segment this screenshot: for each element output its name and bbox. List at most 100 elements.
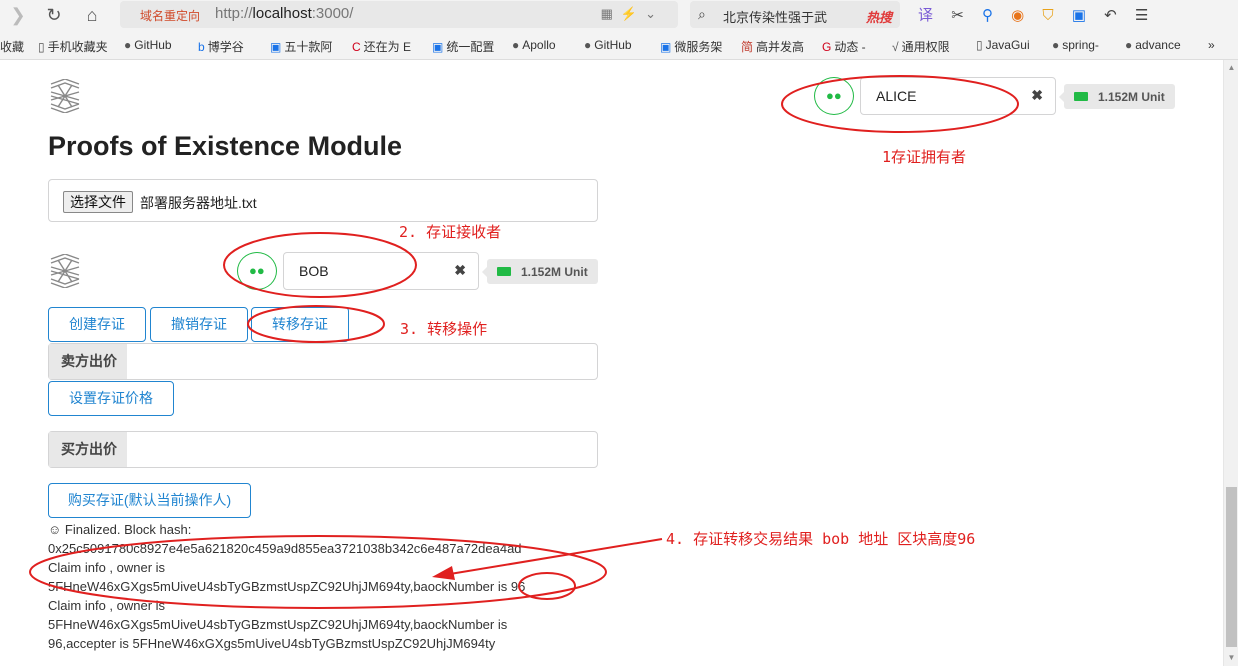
seller-price-label: 卖方出价 bbox=[49, 344, 127, 379]
bookmarks-bar: 收藏 ▯ 手机收藏夹 ● GitHub b 博学谷 ▣ 五十款阿 C 还在为 E ▣ 统一配… bbox=[0, 30, 1238, 60]
annotation-owner: 1存证拥有者 bbox=[882, 148, 967, 166]
money-icon bbox=[1074, 92, 1088, 101]
receiver-balance-badge: 1.152M Unit bbox=[482, 259, 598, 284]
shield-icon[interactable]: ⛉ bbox=[1042, 7, 1053, 24]
result-line: 96,accepter is 5FHneW46xGXgs5mUiveU4sbTy… bbox=[48, 636, 496, 651]
address-tools-icon[interactable]: ▦⚡⌄ bbox=[601, 6, 664, 22]
github-icon: ● bbox=[124, 38, 132, 52]
buyer-price-input[interactable]: 买方出价 bbox=[48, 431, 598, 468]
undo-icon[interactable]: ↶ bbox=[1104, 6, 1117, 24]
page-title: Proofs of Existence Module bbox=[48, 131, 403, 161]
scissors-icon[interactable]: ✂ bbox=[951, 6, 964, 24]
users-icon: ●● bbox=[249, 263, 265, 278]
owner-balance-badge: 1.152M Unit bbox=[1059, 84, 1175, 109]
bookmark-item[interactable]: √ 通用权限 bbox=[892, 38, 950, 55]
github-icon: ● bbox=[1125, 38, 1133, 52]
reload-icon[interactable]: ↻ bbox=[42, 3, 66, 27]
buyer-price-label: 买方出价 bbox=[49, 432, 127, 467]
selected-file-name: 部署服务器地址.txt bbox=[140, 195, 257, 211]
bookmark-item[interactable]: b 博学谷 bbox=[198, 38, 244, 55]
more-bookmarks-icon[interactable]: » bbox=[1208, 38, 1215, 52]
site-icon: G bbox=[822, 40, 832, 54]
game-icon[interactable]: ◉ bbox=[1011, 6, 1024, 24]
users-icon: ●● bbox=[826, 88, 842, 103]
result-line: 5FHneW46xGXgs5mUiveU4sbTyGBzmstUspZC92Uh… bbox=[48, 617, 508, 632]
home-icon[interactable]: ⌂ bbox=[80, 3, 104, 27]
site-icon: ▣ bbox=[432, 40, 444, 54]
site-icon: b bbox=[198, 40, 205, 54]
substrate-logo bbox=[48, 78, 82, 114]
url-text: http://localhost:3000/ bbox=[215, 5, 354, 22]
clear-icon[interactable]: ✖ bbox=[454, 262, 466, 279]
bookmark-item[interactable]: ▣ 五十款阿 bbox=[270, 38, 332, 55]
money-icon bbox=[497, 267, 511, 276]
bookmark-item[interactable]: 简高并发高 bbox=[741, 38, 804, 55]
scroll-up-icon[interactable]: ▲ bbox=[1224, 60, 1238, 76]
bookmark-item[interactable]: ▣ 统一配置 bbox=[432, 38, 494, 55]
bookmark-item[interactable]: ● GitHub bbox=[584, 38, 632, 52]
page-scrollbar[interactable]: ▲ ▼ bbox=[1223, 60, 1238, 666]
bookmark-item[interactable]: ▣ 微服务架 bbox=[660, 38, 722, 55]
receiver-account-dropdown[interactable]: BOB ✖ bbox=[283, 252, 479, 290]
site-icon: √ bbox=[892, 40, 899, 54]
buy-claim-button[interactable]: 购买存证(默认当前操作人) bbox=[48, 483, 251, 518]
clear-icon[interactable]: ✖ bbox=[1031, 87, 1043, 104]
bookmark-item[interactable]: ● Apollo bbox=[512, 38, 556, 52]
annotation-transfer: 3. 转移操作 bbox=[400, 320, 488, 338]
file-input-field[interactable]: 选择文件 部署服务器地址.txt bbox=[48, 179, 598, 222]
hot-search-label: 热搜 bbox=[865, 10, 892, 25]
browser-toolbar: ❯ ↻ ⌂ 域名重定向 http://localhost:3000/ ▦⚡⌄ ⌕… bbox=[0, 0, 1238, 30]
search-box[interactable]: ⌕ 北京传染性强于武 热搜 bbox=[690, 1, 900, 28]
translate-icon[interactable]: 译 bbox=[918, 4, 933, 25]
owner-account-dropdown[interactable]: ALICE ✖ bbox=[860, 77, 1056, 115]
bookmark-item[interactable]: ▯ JavaGui bbox=[976, 38, 1030, 52]
bookmark-item[interactable]: 收藏 bbox=[0, 38, 24, 55]
site-icon: 简 bbox=[741, 40, 754, 54]
result-line: ☺ Finalized. Block hash: bbox=[48, 522, 192, 537]
receiver-avatar: ●● bbox=[237, 252, 277, 290]
github-icon: ● bbox=[512, 38, 520, 52]
bookmark-item[interactable]: ● spring- bbox=[1052, 38, 1099, 52]
bookmark-item[interactable]: ● advance bbox=[1125, 38, 1181, 52]
site-icon: ▣ bbox=[270, 40, 282, 54]
result-line: Claim info , owner is bbox=[48, 598, 166, 613]
menu-icon[interactable]: ☰ bbox=[1135, 6, 1148, 24]
apps-icon[interactable]: ▣ bbox=[1072, 6, 1086, 24]
owner-account-selector[interactable]: ●● ALICE ✖ bbox=[814, 77, 1056, 115]
bookmark-item[interactable]: C 还在为 E bbox=[352, 38, 411, 55]
choose-file-button[interactable]: 选择文件 bbox=[63, 191, 133, 213]
bookmark-item[interactable]: ● GitHub bbox=[124, 38, 172, 52]
scroll-down-icon[interactable]: ▼ bbox=[1224, 650, 1238, 666]
redirect-label: 域名重定向 bbox=[140, 9, 201, 23]
toolbar-icons: 译 ✂ ⚲ ◉ ⛉ ▣ ↶ ☰ bbox=[918, 4, 1162, 25]
create-claim-button[interactable]: 创建存证 bbox=[48, 307, 146, 342]
owner-account-name: ALICE bbox=[876, 88, 917, 104]
receiver-account-selector[interactable]: ●● BOB ✖ bbox=[237, 252, 479, 290]
address-bar[interactable]: 域名重定向 http://localhost:3000/ ▦⚡⌄ bbox=[120, 1, 678, 28]
substrate-logo bbox=[48, 253, 82, 289]
github-icon: ● bbox=[584, 38, 592, 52]
site-icon: ▣ bbox=[660, 40, 672, 54]
owner-balance: 1.152M Unit bbox=[1098, 90, 1165, 104]
page-icon: ▯ bbox=[976, 38, 983, 52]
seller-price-input[interactable]: 卖方出价 bbox=[48, 343, 598, 380]
receiver-account-name: BOB bbox=[299, 263, 329, 279]
transaction-result: ☺ Finalized. Block hash: 0x25c5091780c89… bbox=[48, 520, 608, 653]
search-text: 北京传染性强于武 bbox=[723, 10, 828, 25]
magnifier-icon[interactable]: ⚲ bbox=[982, 6, 993, 24]
scrollbar-thumb[interactable] bbox=[1226, 487, 1237, 647]
receiver-balance: 1.152M Unit bbox=[521, 265, 588, 279]
bookmark-item[interactable]: G 动态 - bbox=[822, 38, 866, 55]
bookmark-item[interactable]: ▯ 手机收藏夹 bbox=[38, 38, 108, 55]
search-icon: ⌕ bbox=[698, 6, 706, 22]
site-icon: C bbox=[352, 40, 361, 54]
transfer-claim-button[interactable]: 转移存证 bbox=[251, 307, 349, 342]
set-price-button[interactable]: 设置存证价格 bbox=[48, 381, 174, 416]
annotation-result: 4. 存证转移交易结果 bob 地址 区块高度96 bbox=[666, 530, 976, 548]
github-icon: ● bbox=[1052, 38, 1060, 52]
annotation-receiver: 2. 存证接收者 bbox=[399, 223, 502, 241]
result-line: 5FHneW46xGXgs5mUiveU4sbTyGBzmstUspZC92Uh… bbox=[48, 579, 526, 594]
revoke-claim-button[interactable]: 撤销存证 bbox=[150, 307, 248, 342]
back-icon[interactable]: ❯ bbox=[6, 3, 30, 27]
result-line: 0x25c5091780c8927e4e5a621820c459a9d855ea… bbox=[48, 541, 522, 556]
